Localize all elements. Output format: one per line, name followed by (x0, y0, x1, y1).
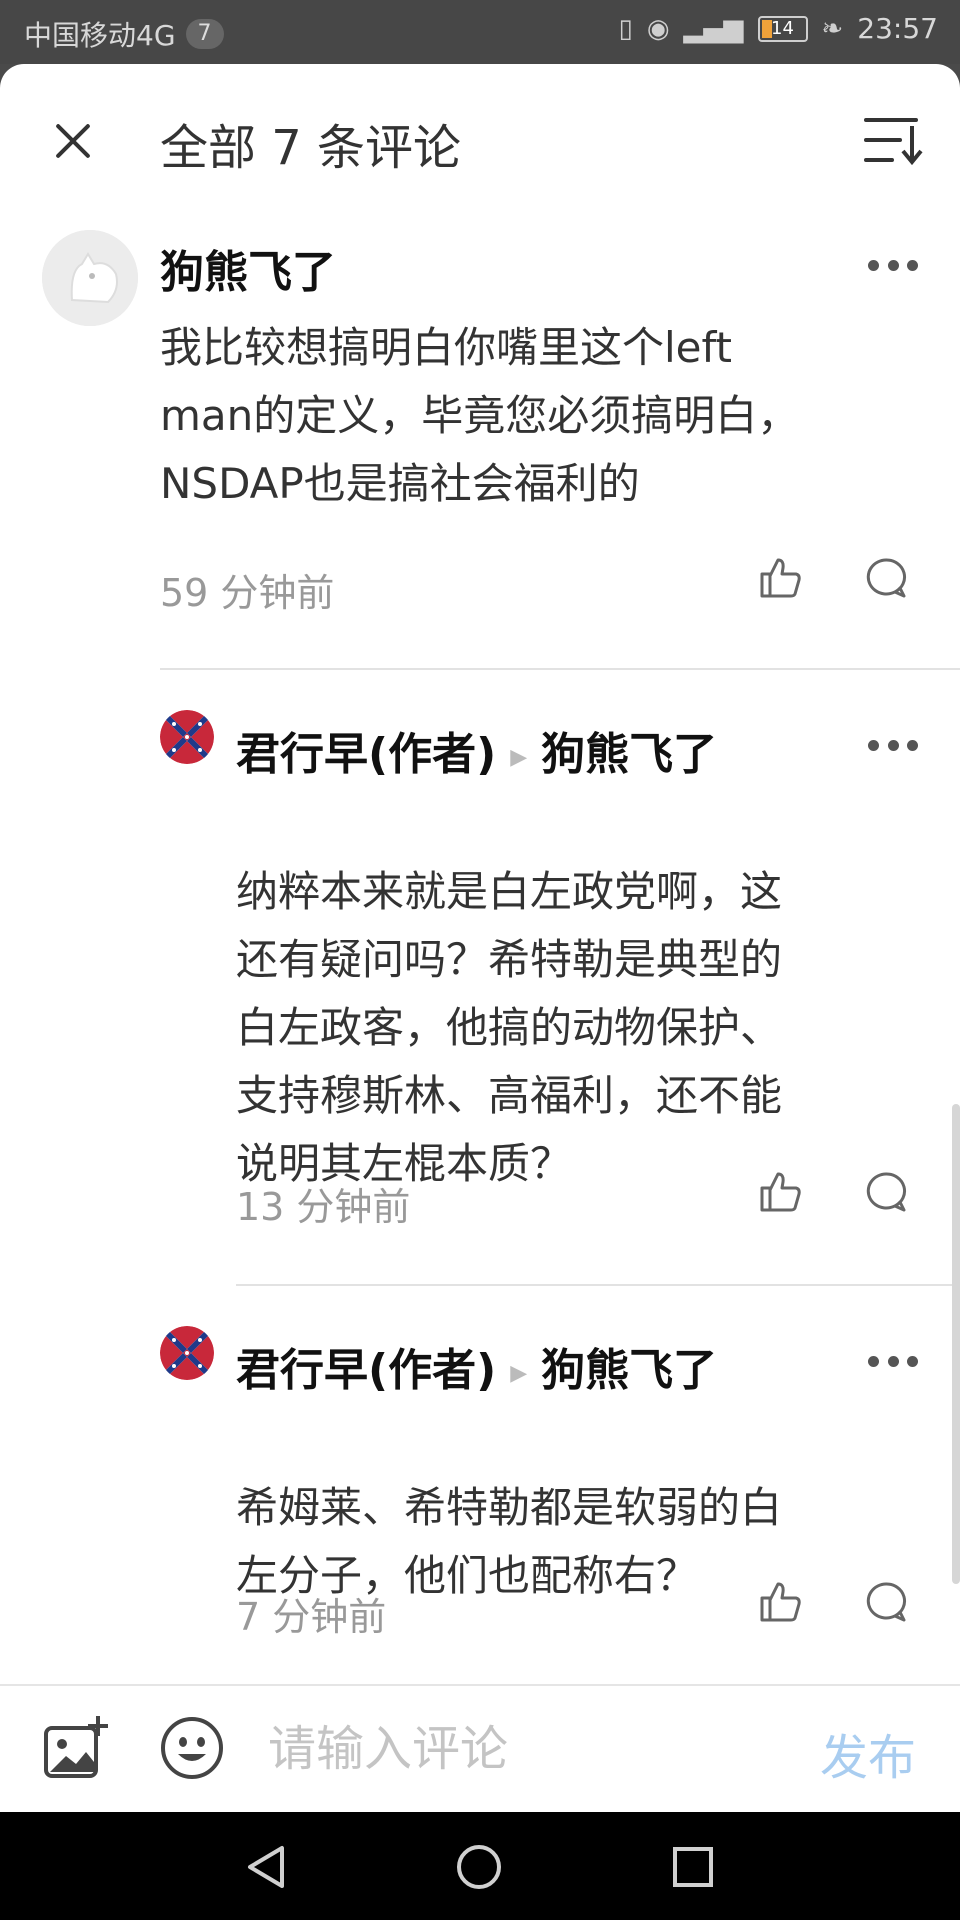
leaf-icon: ❧ (821, 13, 844, 44)
add-image-icon[interactable] (42, 1714, 110, 1780)
square-recents-icon[interactable] (668, 1842, 718, 1892)
status-right: ▯ ◉ ▂▄▆ 14 ❧ 23:57 (619, 12, 939, 45)
system-nav-bar (0, 1812, 960, 1920)
comment-author[interactable]: 君行早(作者) (236, 1345, 496, 1396)
comment-time: 7 分钟前 (236, 1595, 387, 1639)
thumbs-up-icon[interactable] (756, 1578, 804, 1626)
triangle-back-icon[interactable] (242, 1842, 292, 1892)
battery-icon: 14 (757, 15, 808, 42)
publish-button[interactable]: 发布 (820, 1718, 916, 1788)
status-left: 中国移动4G 7 (24, 14, 224, 54)
carrier-label: 中国移动4G (24, 19, 176, 52)
comment-line: 希姆莱、希特勒都是软弱的白 (236, 1483, 783, 1532)
eye-icon: ◉ (646, 13, 670, 44)
signal-icon: ▂▄▆ (683, 13, 744, 44)
comment-input-bar: 发布 (0, 1684, 960, 1812)
comment-item: 君行早(作者) ▶ 狗熊飞了 希姆莱、希特勒都是软弱的白 左分子，他们也配称右？ 7… (0, 64, 960, 1684)
comments-sheet: 全部 7 条评论 狗熊飞了 我比较想搞明白你嘴里这个left man的定义，毕竟… (0, 64, 960, 1812)
vibrate-icon: ▯ (618, 13, 633, 44)
emoji-icon[interactable] (160, 1716, 224, 1780)
comment-bubble-icon[interactable] (862, 1578, 910, 1626)
avatar[interactable] (160, 1326, 214, 1380)
battery-level: 14 (771, 18, 794, 39)
status-bar: 中国移动4G 7 ▯ ◉ ▂▄▆ 14 ❧ 23:57 (0, 0, 960, 64)
comment-author-line: 君行早(作者) ▶ 狗熊飞了 (236, 1334, 717, 1398)
scrollbar[interactable] (952, 1104, 960, 1584)
notification-badge: 7 (185, 19, 224, 49)
comment-input[interactable] (268, 1714, 748, 1784)
clock: 23:57 (857, 12, 938, 45)
reply-to-name[interactable]: 狗熊飞了 (541, 1345, 717, 1396)
more-icon[interactable] (868, 1356, 918, 1370)
reply-arrow-icon: ▶ (510, 1360, 528, 1386)
circle-home-icon[interactable] (454, 1842, 504, 1892)
